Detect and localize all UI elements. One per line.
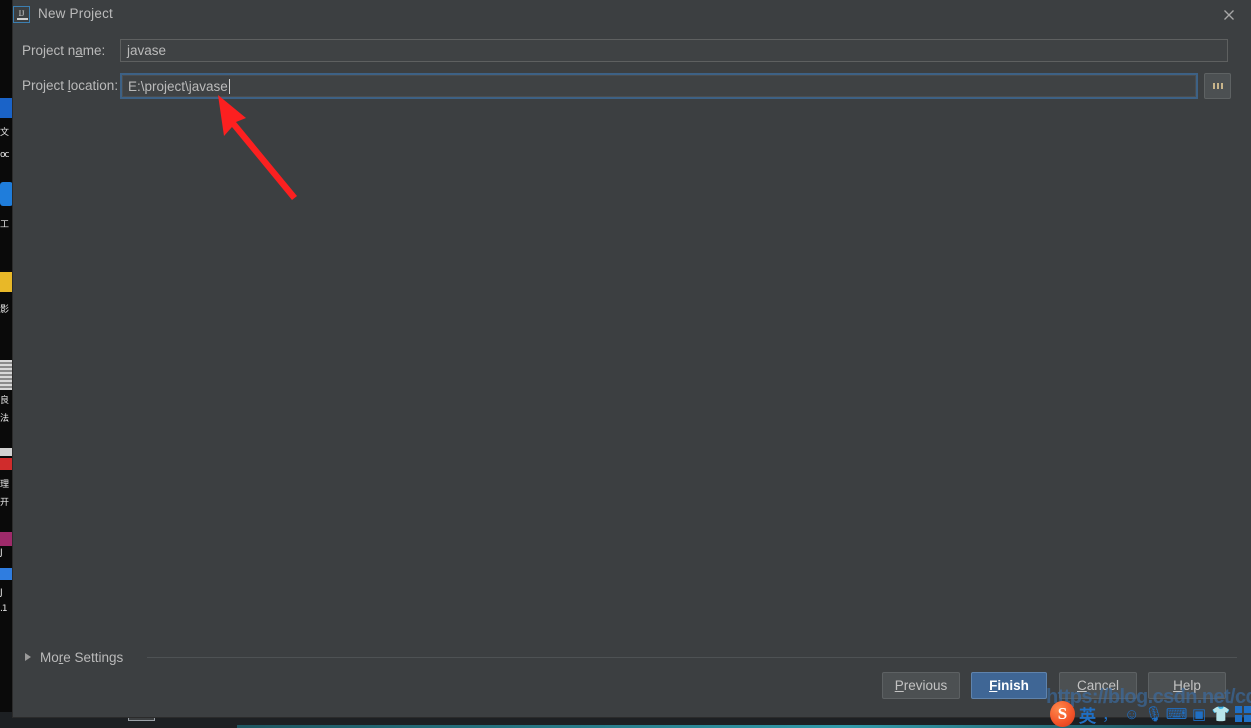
intellij-idea-icon: IJ — [13, 6, 30, 23]
desktop-label-3: 工 — [0, 220, 9, 230]
desktop-label-5: 良 — [0, 396, 9, 406]
browse-ellipsis-button[interactable] — [1204, 73, 1231, 99]
triangle-right-icon — [25, 653, 31, 661]
ime-voice-input-icon[interactable]: 🎙 — [1144, 703, 1163, 725]
finish-button[interactable]: Finish — [971, 672, 1047, 699]
close-icon[interactable] — [1219, 5, 1239, 25]
ime-skin-icon[interactable]: 👕 — [1212, 703, 1231, 725]
desktop-icon-pdf[interactable] — [0, 458, 13, 470]
desktop-label-10: J — [0, 588, 3, 598]
project-name-value: javase — [127, 43, 167, 58]
dialog-titlebar: IJ New Project — [13, 0, 1251, 29]
ime-emoji-icon[interactable]: ☺ — [1122, 703, 1141, 725]
desktop-icon-folder[interactable] — [0, 272, 13, 292]
previous-button[interactable]: Previous — [882, 672, 960, 699]
project-name-label: Project name: — [22, 43, 106, 58]
desktop-icon-blue[interactable] — [0, 98, 13, 118]
desktop-icon-doc[interactable] — [0, 360, 13, 390]
dialog-title: New Project — [38, 6, 113, 21]
project-location-label: Project location: — [22, 78, 119, 93]
project-location-value: E:\project\javase — [128, 78, 228, 94]
desktop-label-9: J — [0, 548, 3, 558]
desktop-label-2: oc — [0, 150, 9, 160]
more-settings-separator — [147, 657, 1237, 658]
ime-punctuation[interactable]: ， — [1100, 703, 1119, 725]
desktop-label-4: 影 — [0, 305, 9, 315]
ime-language-chinese[interactable]: 英 — [1078, 703, 1097, 727]
sogou-logo-icon[interactable]: S — [1050, 701, 1075, 727]
more-settings-toggle[interactable]: More Settings — [25, 645, 123, 669]
desktop-icon-purple[interactable] — [0, 532, 13, 546]
ime-screenshot-icon[interactable]: ▣ — [1190, 703, 1209, 725]
desktop-label-8: 开 — [0, 498, 9, 508]
project-location-input[interactable]: E:\project\javase — [120, 73, 1198, 99]
desktop-label-11: .1 — [0, 604, 8, 614]
more-settings-label: More Settings — [40, 649, 124, 665]
desktop-label-1: 文 — [0, 128, 9, 138]
new-project-dialog: IJ New Project Project name: javase Proj… — [13, 0, 1251, 717]
desktop-icon-lines[interactable] — [0, 448, 13, 456]
desktop-label-6: 法 — [0, 414, 9, 424]
ime-soft-keyboard-icon[interactable]: ⌨ — [1166, 703, 1188, 725]
sogou-input-method-toolbar: S 英 ， ☺ 🎙 ⌨ ▣ 👕 — [1048, 700, 1251, 728]
desktop-label-7: 理 — [0, 480, 9, 490]
text-caret — [228, 78, 230, 94]
project-name-input[interactable]: javase — [120, 39, 1228, 62]
desktop-icon-browser[interactable] — [0, 182, 13, 206]
desktop-icon-blue2[interactable] — [0, 568, 13, 580]
ime-toolbox-icon[interactable] — [1234, 703, 1251, 725]
